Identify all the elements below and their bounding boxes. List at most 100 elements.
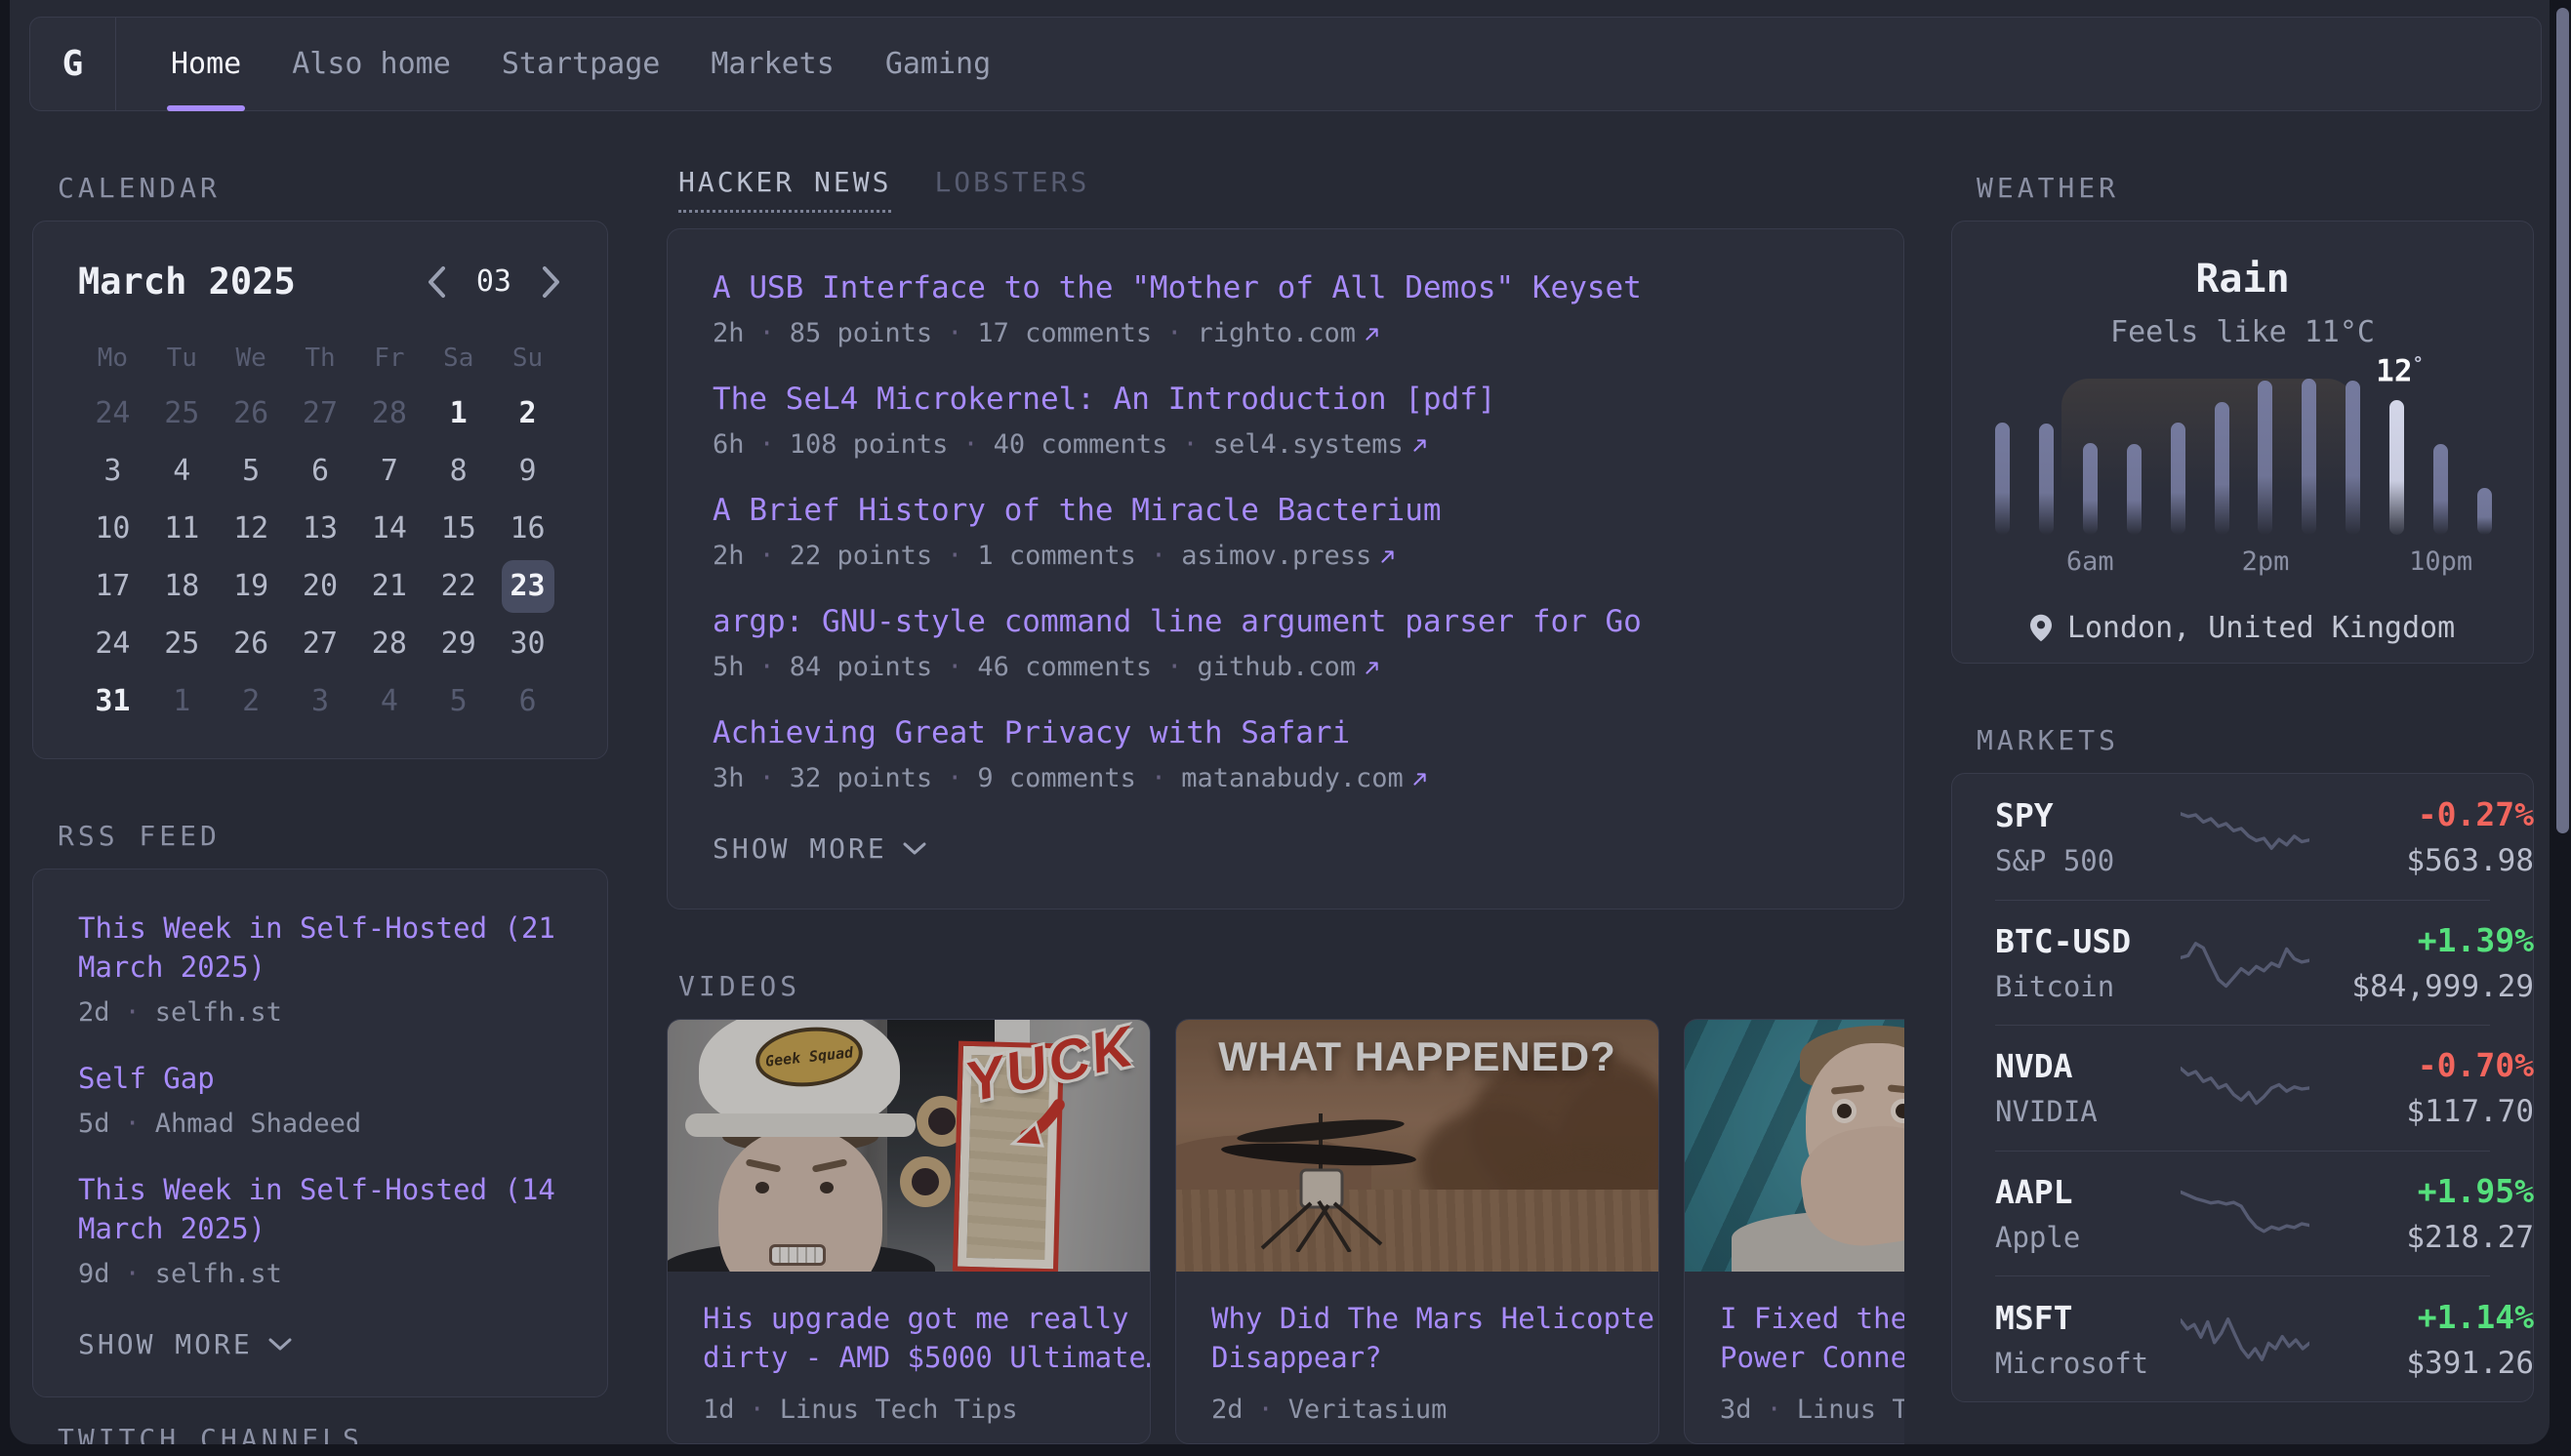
- calendar-day[interactable]: 6: [493, 672, 562, 730]
- calendar-day[interactable]: 2: [217, 672, 286, 730]
- nav-tab-markets[interactable]: Markets: [711, 18, 834, 110]
- calendar-day-number: 3: [294, 675, 347, 728]
- video-title[interactable]: His upgrade got me reallydirty - AMD $50…: [703, 1299, 1115, 1377]
- calendar-day[interactable]: 24: [78, 615, 147, 672]
- market-name: S&P 500: [1995, 844, 2181, 877]
- calendar-day[interactable]: 17: [78, 557, 147, 615]
- market-change: -0.70%: [2309, 1046, 2534, 1084]
- external-link-icon: [1411, 437, 1428, 454]
- news-item-title[interactable]: The SeL4 Microkernel: An Introduction [p…: [713, 380, 1858, 419]
- calendar-day[interactable]: 4: [354, 672, 424, 730]
- news-item-time: 2h: [713, 540, 745, 573]
- chevron-left-icon[interactable]: [426, 265, 447, 299]
- video-card[interactable]: WHAT HAPPENED?Why Did The Mars Helicopte…: [1175, 1019, 1659, 1444]
- chevron-right-icon[interactable]: [541, 265, 562, 299]
- rss-show-more-button[interactable]: SHOW MORE: [78, 1328, 562, 1360]
- news-item-title[interactable]: Achieving Great Privacy with Safari: [713, 713, 1858, 752]
- calendar-day[interactable]: 22: [424, 557, 493, 615]
- app-logo[interactable]: G: [30, 18, 116, 110]
- calendar-day[interactable]: 30: [493, 615, 562, 672]
- nav-tab-also-home[interactable]: Also home: [292, 18, 451, 110]
- rss-item-title[interactable]: Self Gap: [78, 1059, 562, 1098]
- calendar-day[interactable]: 4: [147, 442, 217, 500]
- calendar-day[interactable]: 28: [354, 615, 424, 672]
- video-card[interactable]: Geek SquadYUCKHis upgrade got me reallyd…: [667, 1019, 1151, 1444]
- calendar-day[interactable]: 7: [354, 442, 424, 500]
- nav-tab-label: Startpage: [502, 47, 661, 81]
- calendar-day[interactable]: 3: [78, 442, 147, 500]
- market-price: $391.26: [2309, 1346, 2534, 1381]
- calendar-day[interactable]: 15: [424, 500, 493, 557]
- video-card-body: I Fixed the 5090Power Connector3d·Linus …: [1685, 1272, 1904, 1444]
- calendar-day[interactable]: 29: [424, 615, 493, 672]
- calendar-day[interactable]: 23: [493, 557, 562, 615]
- calendar-day[interactable]: 19: [217, 557, 286, 615]
- calendar-day[interactable]: 11: [147, 500, 217, 557]
- news-item-domain-link[interactable]: matanabudy.com: [1181, 762, 1428, 795]
- market-row-nvda[interactable]: NVDANVIDIA-0.70%$117.70: [1995, 1025, 2490, 1151]
- calendar-day[interactable]: 27: [286, 384, 355, 442]
- news-item-points: 22 points: [790, 540, 932, 573]
- temperature-bar: [1995, 423, 2010, 535]
- calendar-day[interactable]: 28: [354, 384, 424, 442]
- market-row-spy[interactable]: SPYS&P 500-0.27%$563.98: [1995, 774, 2490, 900]
- calendar-day[interactable]: 20: [286, 557, 355, 615]
- calendar-day[interactable]: 9: [493, 442, 562, 500]
- video-card-body: His upgrade got me reallydirty - AMD $50…: [668, 1272, 1150, 1444]
- news-item-domain-link[interactable]: righto.com: [1197, 317, 1380, 350]
- sparkline-chart: [2181, 1307, 2309, 1371]
- current-temperature-label: 12°: [2376, 353, 2424, 388]
- dot-separator: ·: [947, 762, 962, 795]
- calendar-day[interactable]: 5: [424, 672, 493, 730]
- calendar-day[interactable]: 8: [424, 442, 493, 500]
- nav-tab-gaming[interactable]: Gaming: [885, 18, 991, 110]
- calendar-day[interactable]: 25: [147, 384, 217, 442]
- calendar-day[interactable]: 21: [354, 557, 424, 615]
- nav-tabs: Home Also home Startpage Markets Gaming: [171, 18, 991, 110]
- video-card[interactable]: DOTHTI Fixed the 5090Power Connector3d·L…: [1684, 1019, 1904, 1444]
- calendar-day[interactable]: 6: [286, 442, 355, 500]
- market-row-msft[interactable]: MSFTMicrosoft+1.14%$391.26: [1995, 1275, 2490, 1401]
- weekday-label: Su: [493, 332, 562, 384]
- news-item-domain-link[interactable]: asimov.press: [1181, 540, 1396, 573]
- rss-item-title[interactable]: This Week in Self-Hosted (14March 2025): [78, 1170, 562, 1248]
- video-title[interactable]: Why Did The Mars HelicopterDisappear?: [1211, 1299, 1623, 1377]
- calendar-day[interactable]: 3: [286, 672, 355, 730]
- calendar-controls: 03: [426, 264, 562, 299]
- news-item-title[interactable]: argp: GNU-style command line argument pa…: [713, 602, 1858, 641]
- calendar-day[interactable]: 26: [217, 384, 286, 442]
- calendar-day[interactable]: 13: [286, 500, 355, 557]
- calendar-day[interactable]: 1: [147, 672, 217, 730]
- dot-separator: ·: [1182, 428, 1198, 462]
- face: [1806, 1043, 1904, 1207]
- calendar-day[interactable]: 5: [217, 442, 286, 500]
- calendar-day[interactable]: 14: [354, 500, 424, 557]
- calendar-day[interactable]: 26: [217, 615, 286, 672]
- scrollbar-thumb[interactable]: [2556, 8, 2569, 833]
- news-tab-lobsters[interactable]: LOBSTERS: [934, 166, 1089, 213]
- news-item-domain-link[interactable]: sel4.systems: [1213, 428, 1428, 462]
- news-tab-hacker-news[interactable]: HACKER NEWS: [678, 166, 891, 213]
- nav-tab-startpage[interactable]: Startpage: [502, 18, 661, 110]
- news-show-more-button[interactable]: SHOW MORE: [713, 832, 1858, 865]
- calendar-day[interactable]: 25: [147, 615, 217, 672]
- calendar-day[interactable]: 16: [493, 500, 562, 557]
- news-item-title[interactable]: A USB Interface to the "Mother of All De…: [713, 268, 1858, 307]
- calendar-day[interactable]: 31: [78, 672, 147, 730]
- calendar-day[interactable]: 2: [493, 384, 562, 442]
- calendar-day[interactable]: 12: [217, 500, 286, 557]
- news-item: Achieving Great Privacy with Safari3h·32…: [713, 713, 1858, 795]
- calendar-day[interactable]: 1: [424, 384, 493, 442]
- calendar-day[interactable]: 24: [78, 384, 147, 442]
- news-item-title[interactable]: A Brief History of the Miracle Bacterium: [713, 491, 1858, 530]
- rss-item-title[interactable]: This Week in Self-Hosted (21March 2025): [78, 909, 562, 987]
- calendar-day-number: 5: [224, 445, 277, 498]
- nav-tab-home[interactable]: Home: [171, 18, 241, 110]
- market-row-aapl[interactable]: AAPLApple+1.95%$218.27: [1995, 1151, 2490, 1276]
- market-row-btc-usd[interactable]: BTC-USDBitcoin+1.39%$84,999.29: [1995, 900, 2490, 1026]
- calendar-day[interactable]: 10: [78, 500, 147, 557]
- news-item-domain-link[interactable]: github.com: [1197, 651, 1380, 684]
- calendar-day[interactable]: 27: [286, 615, 355, 672]
- video-title[interactable]: I Fixed the 5090Power Connector: [1720, 1299, 1904, 1377]
- calendar-day[interactable]: 18: [147, 557, 217, 615]
